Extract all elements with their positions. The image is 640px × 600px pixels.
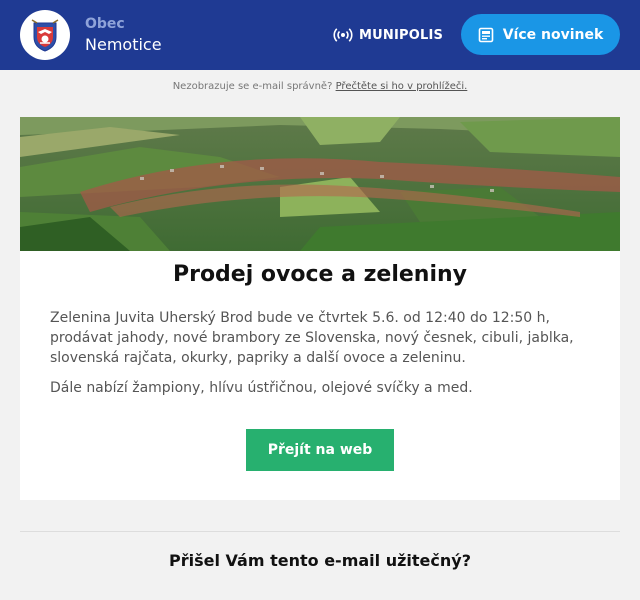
munipolis-brand-label: MUNIPOLIS bbox=[359, 27, 444, 43]
org-name-label: Nemotice bbox=[85, 35, 162, 54]
more-news-label: Více novinek bbox=[502, 26, 604, 43]
aerial-village-photo bbox=[20, 117, 620, 251]
org-kind-label: Obec bbox=[85, 16, 125, 32]
more-news-button[interactable]: Více novinek bbox=[461, 14, 620, 55]
newspaper-icon bbox=[478, 27, 494, 42]
email-header: Obec Nemotice MUNIPOLIS Více novinek bbox=[0, 0, 640, 70]
article-paragraph: Dále nabízí žampiony, hlívu ústřičnou, o… bbox=[50, 380, 473, 396]
broadcast-signal-icon bbox=[333, 28, 353, 42]
article-paragraph: Zelenina Juvita Uherský Brod bude ve čtv… bbox=[50, 310, 574, 366]
preheader-text: Nezobrazuje se e-mail správně? bbox=[172, 81, 333, 92]
municipal-crest-icon[interactable] bbox=[20, 10, 70, 60]
preheader: Nezobrazuje se e-mail správně? Přečtěte … bbox=[0, 81, 640, 92]
view-in-browser-link[interactable]: Přečtěte si ho v prohlížeči. bbox=[336, 81, 468, 92]
article-card: Prodej ovoce a zeleniny Zelenina Juvita … bbox=[20, 117, 620, 500]
munipolis-brand[interactable]: MUNIPOLIS bbox=[333, 24, 443, 46]
feedback-question: Přišel Vám tento e-mail užitečný? bbox=[169, 551, 471, 570]
go-to-web-button[interactable]: Přejít na web bbox=[246, 429, 394, 471]
article-title: Prodej ovoce a zeleniny bbox=[172, 262, 468, 287]
divider bbox=[20, 531, 620, 532]
